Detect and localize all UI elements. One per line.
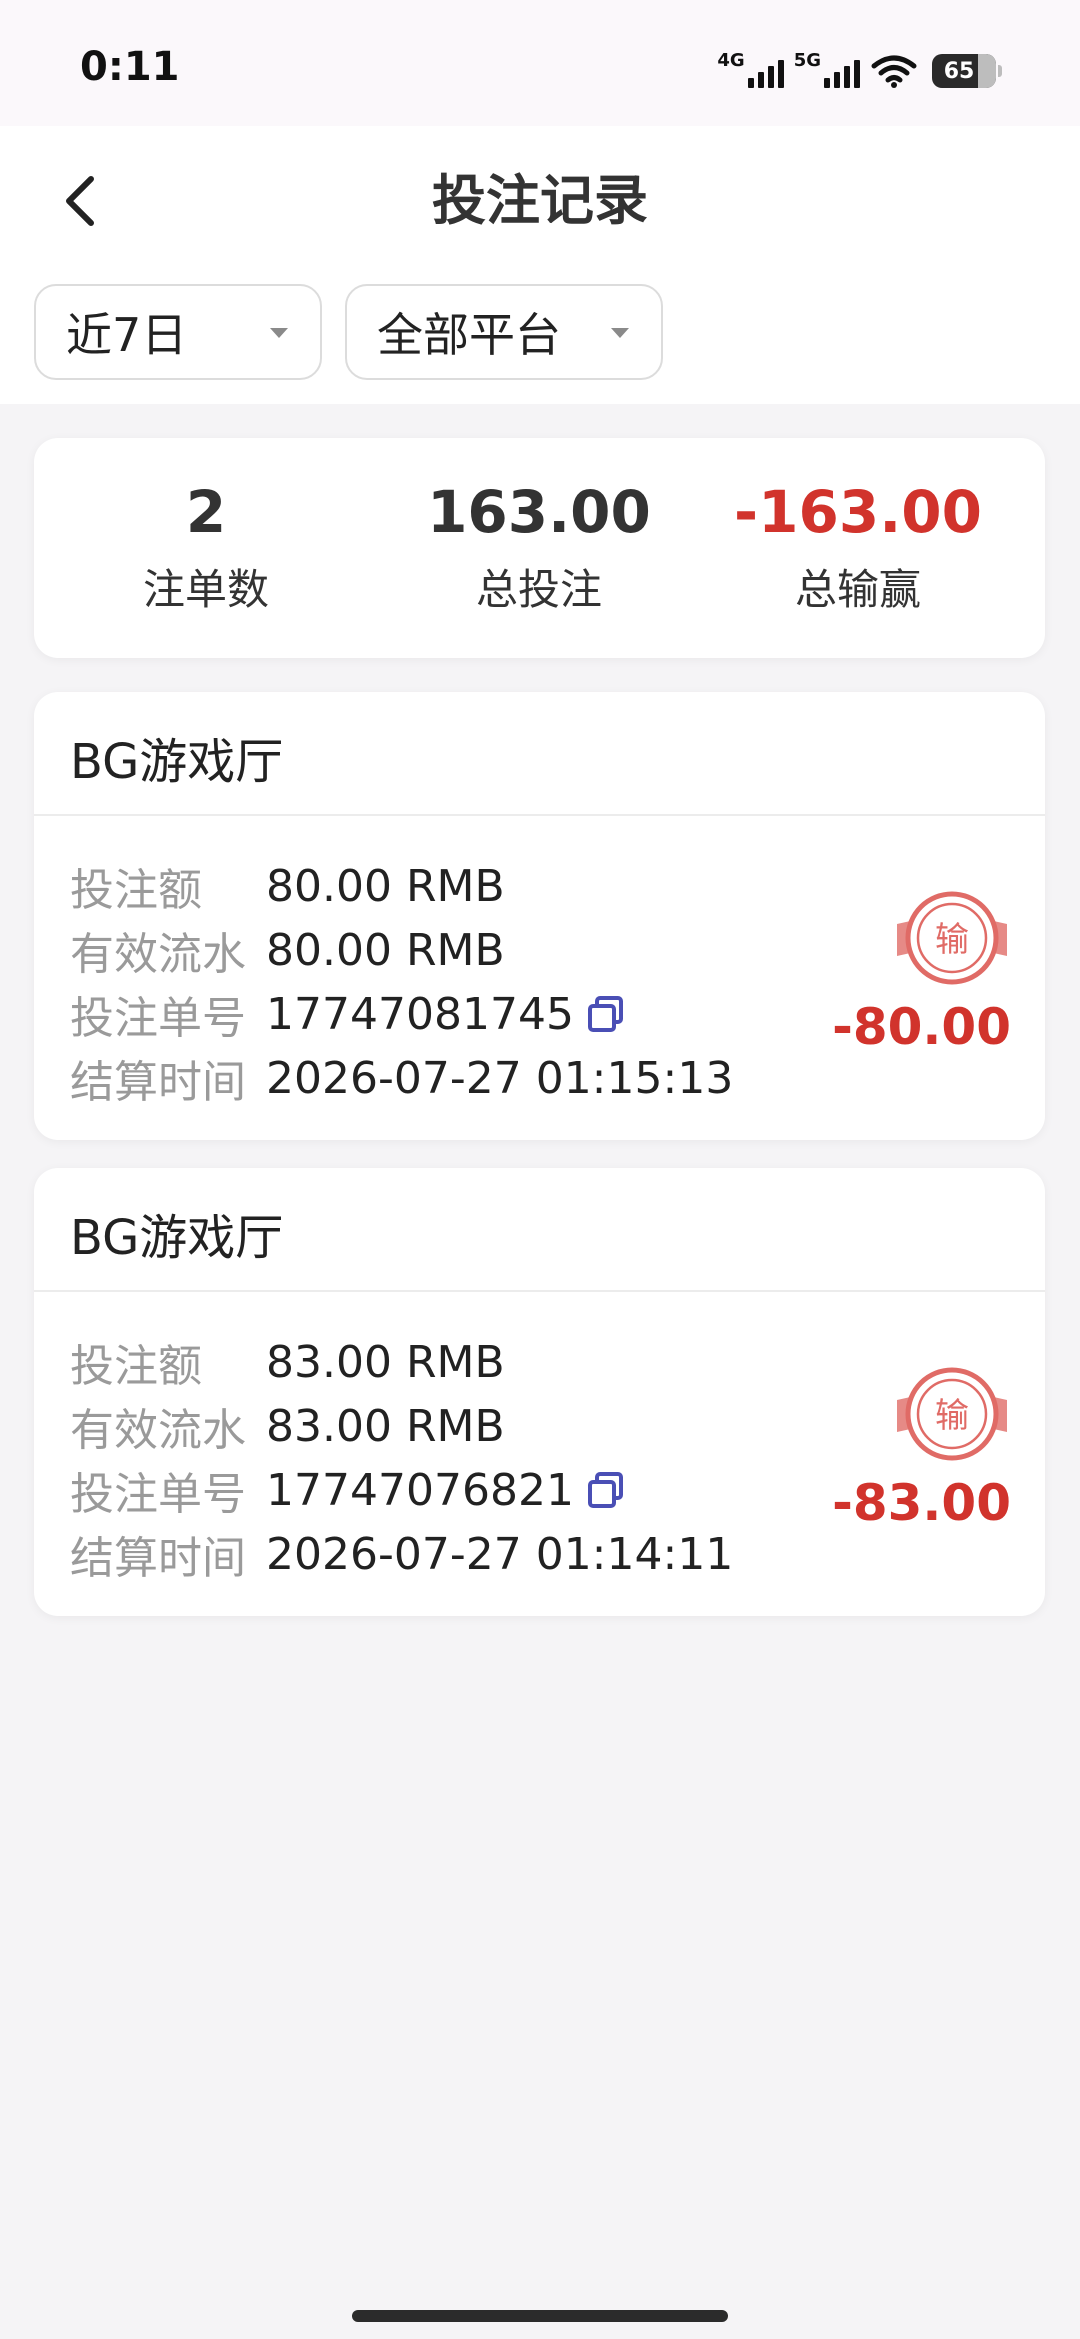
dropdown-caret-icon xyxy=(611,328,629,338)
status-icons: 4G 5G 65 xyxy=(717,48,1002,88)
page-title: 投注记录 xyxy=(432,169,648,232)
summary-total-bet: 163.00 总投注 xyxy=(427,478,651,614)
settle-time-row: 结算时间 2026-07-27 01:15:13 xyxy=(70,1052,734,1109)
lose-stamp-icon: 输 xyxy=(897,891,1007,985)
bet-venue: BG游戏厅 xyxy=(70,734,284,790)
bet-venue: BG游戏厅 xyxy=(70,1210,284,1266)
dropdown-caret-icon xyxy=(270,328,288,338)
bet-number-row: 投注单号 17747076821 xyxy=(70,1458,733,1522)
copy-icon[interactable] xyxy=(586,1470,626,1510)
svg-text:输: 输 xyxy=(935,1396,969,1436)
summary-card: 2 注单数 163.00 总投注 -163.00 总输赢 xyxy=(34,438,1045,658)
filter-label: 全部平台 xyxy=(377,308,561,362)
bet-record-card[interactable]: BG游戏厅 投注额 83.00 RMB 有效流水 83.00 RMB 投注单号 … xyxy=(34,1168,1045,1616)
lose-stamp-icon: 输 xyxy=(897,1367,1007,1461)
header: 投注记录 近7日 全部平台 xyxy=(0,126,1080,404)
signal-icon xyxy=(747,60,784,88)
signal-5g: 5G xyxy=(794,52,860,88)
divider xyxy=(34,1290,1045,1292)
signal-4g: 4G xyxy=(717,52,784,88)
valid-turnover-row: 有效流水 83.00 RMB xyxy=(70,1400,505,1457)
divider xyxy=(34,814,1045,816)
home-indicator[interactable] xyxy=(352,2310,728,2322)
copy-icon[interactable] xyxy=(586,994,626,1034)
bet-number-row: 投注单号 17747081745 xyxy=(70,982,733,1046)
bet-amount-row: 投注额 80.00 RMB xyxy=(70,860,505,917)
bet-details: 投注额 80.00 RMB 有效流水 80.00 RMB 投注单号 177470… xyxy=(70,854,733,1110)
settle-time-row: 结算时间 2026-07-27 01:14:11 xyxy=(70,1528,734,1585)
summary-total-winloss: -163.00 总输赢 xyxy=(734,478,982,614)
svg-text:输: 输 xyxy=(935,920,969,960)
platform-filter[interactable]: 全部平台 xyxy=(345,284,663,380)
bet-result: -80.00 xyxy=(832,998,1011,1056)
date-range-filter[interactable]: 近7日 xyxy=(34,284,322,380)
bet-record-card[interactable]: BG游戏厅 投注额 80.00 RMB 有效流水 80.00 RMB 投注单号 … xyxy=(34,692,1045,1140)
filter-label: 近7日 xyxy=(66,308,188,362)
bet-details: 投注额 83.00 RMB 有效流水 83.00 RMB 投注单号 177470… xyxy=(70,1330,733,1586)
valid-turnover-row: 有效流水 80.00 RMB xyxy=(70,924,505,981)
battery-icon: 65 xyxy=(932,54,1002,88)
wifi-icon xyxy=(871,55,917,88)
summary-bet-count: 2 注单数 xyxy=(142,478,269,614)
bet-amount-row: 投注额 83.00 RMB xyxy=(70,1336,505,1393)
status-bar: 0:11 4G 5G 65 xyxy=(0,0,1080,126)
signal-icon xyxy=(824,60,860,88)
status-time: 0:11 xyxy=(80,44,180,90)
bet-result: -83.00 xyxy=(832,1474,1011,1532)
